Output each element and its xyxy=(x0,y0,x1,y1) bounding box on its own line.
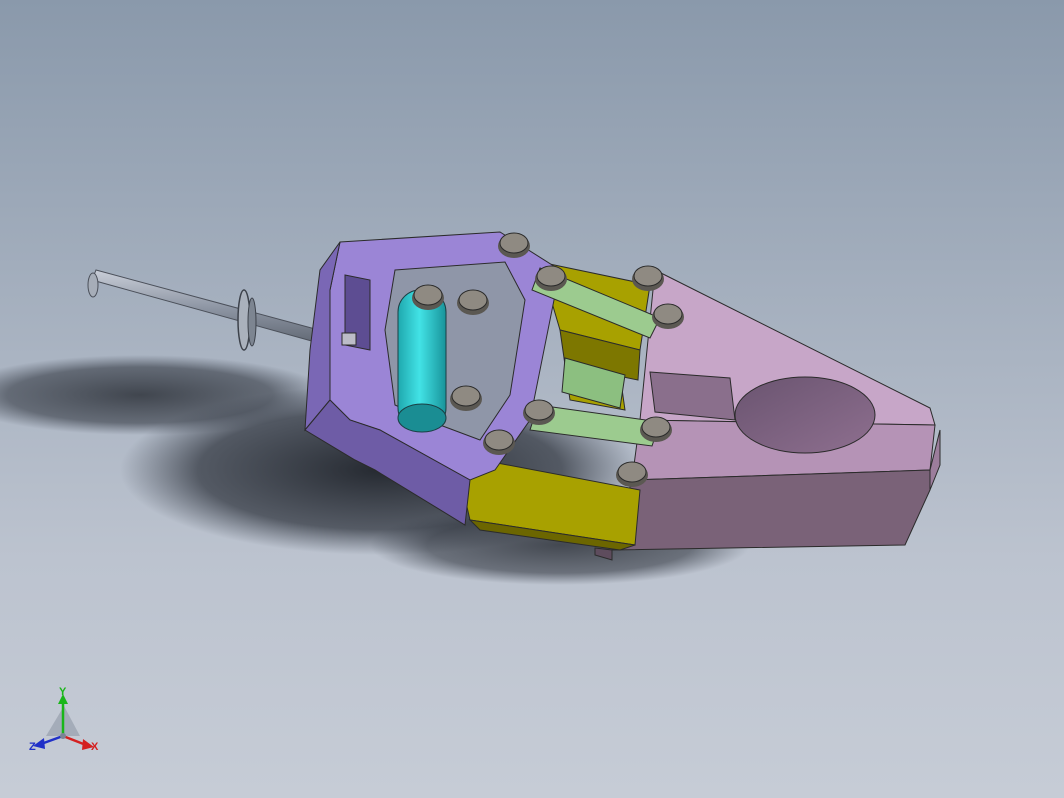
cylinder[interactable] xyxy=(397,289,447,433)
pin-7 xyxy=(450,385,482,411)
pin-3 xyxy=(632,265,664,291)
pin-5 xyxy=(412,284,444,310)
y-axis-label: Y xyxy=(59,686,67,698)
orientation-triad[interactable]: Y X Z xyxy=(28,684,104,756)
drive-rod[interactable] xyxy=(87,269,331,351)
x-axis-line xyxy=(62,734,87,747)
pin-10 xyxy=(483,429,515,455)
pin-1 xyxy=(498,232,530,258)
pin-6 xyxy=(457,289,489,315)
pin-2 xyxy=(535,265,567,291)
gripper-model[interactable] xyxy=(0,0,1064,798)
pin-8 xyxy=(523,399,555,425)
x-axis-label: X xyxy=(91,741,99,753)
pin-9 xyxy=(640,416,672,442)
graphics-viewport[interactable]: Y X Z xyxy=(0,0,1064,798)
triad-origin xyxy=(60,733,66,739)
z-axis-label: Z xyxy=(29,741,36,753)
pin-11 xyxy=(616,461,648,487)
pin-4 xyxy=(652,303,684,329)
